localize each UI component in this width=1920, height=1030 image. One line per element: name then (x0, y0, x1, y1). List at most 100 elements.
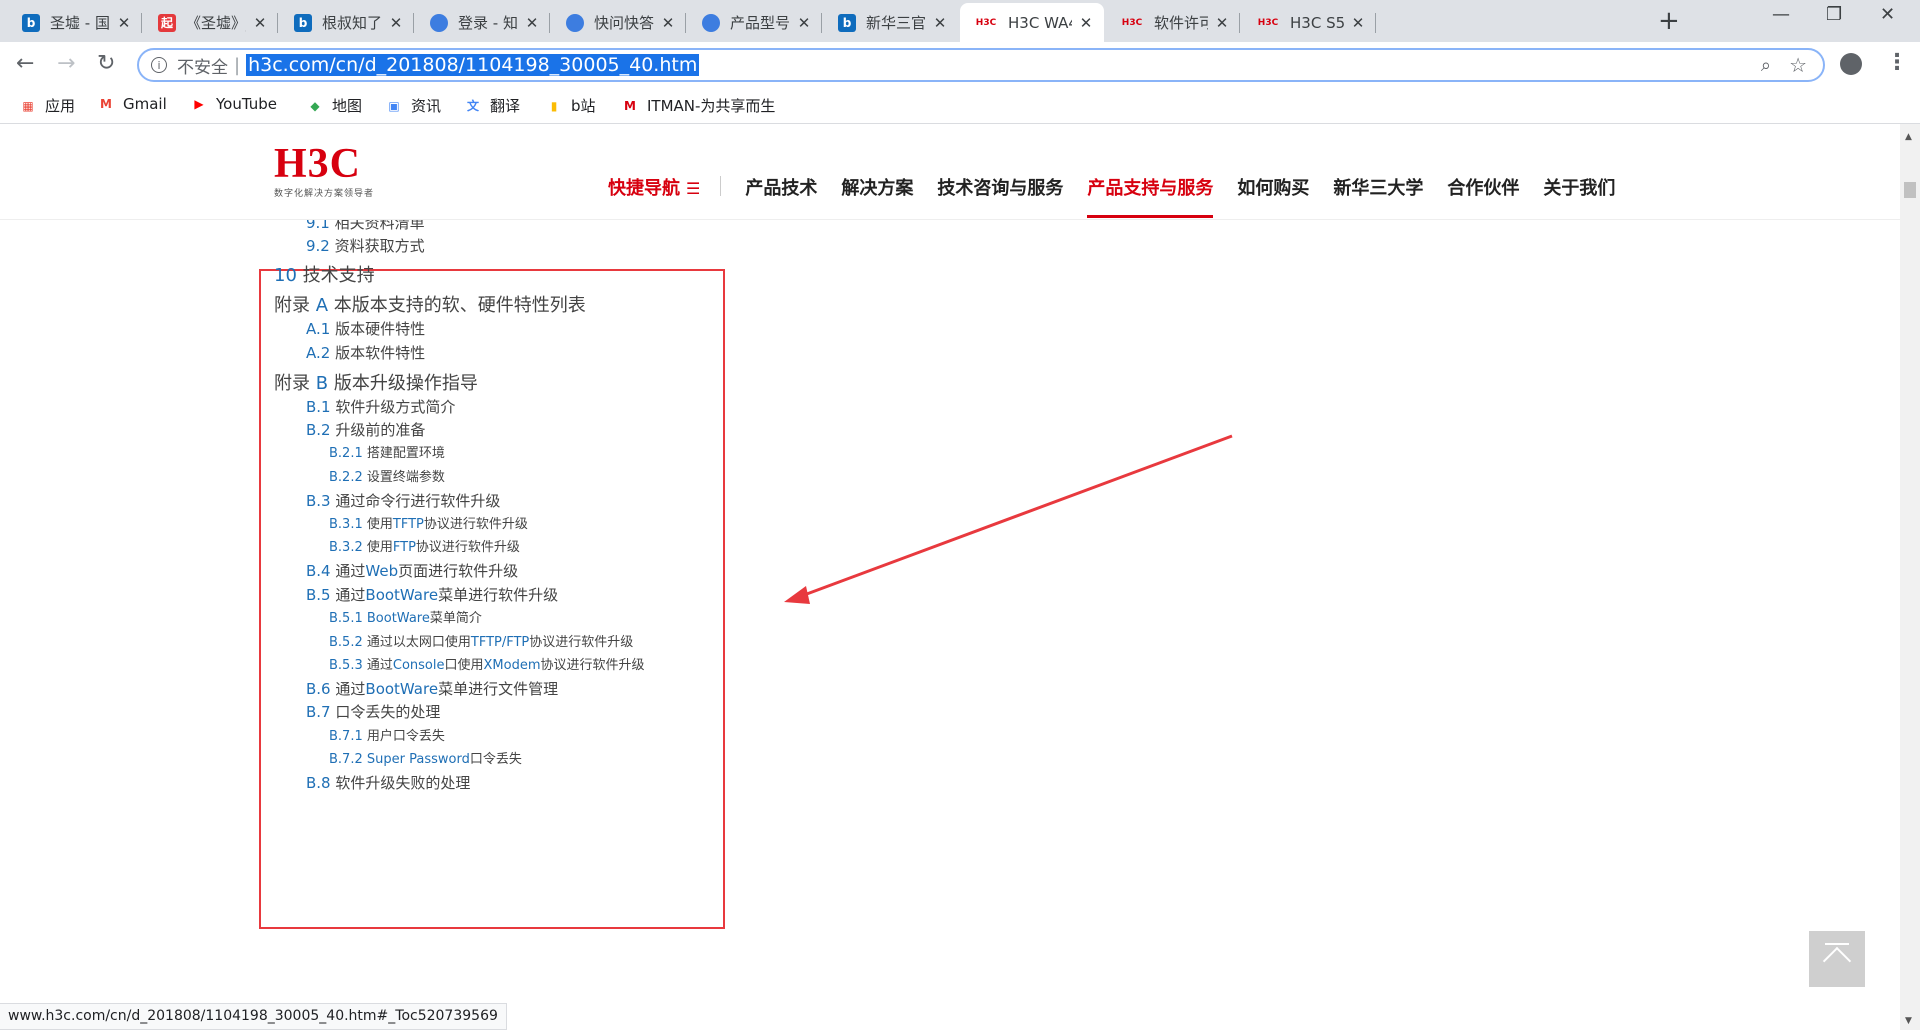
tab-close-icon[interactable]: ✕ (1350, 14, 1366, 32)
bookmark-item[interactable]: ▦ 应用 (20, 95, 75, 116)
tab-close-icon[interactable]: ✕ (1078, 14, 1094, 32)
tab-close-icon[interactable]: ✕ (252, 14, 268, 32)
url-text[interactable]: h3c.com/cn/d_201808/1104198_30005_40.htm (246, 54, 700, 76)
toc-link[interactable]: B.7.2 Super Password口令丢失 (329, 748, 522, 767)
toc-number: B.5 (306, 586, 331, 604)
forward-button[interactable]: → (57, 51, 75, 76)
toc-link[interactable]: B.7.1 用户口令丢失 (329, 725, 445, 744)
reload-button[interactable]: ↻ (97, 51, 115, 76)
browser-menu-icon[interactable]: ⋮ (1886, 50, 1908, 75)
tab-title: 软件许可协议 (1154, 14, 1208, 32)
tab-7[interactable]: H3C H3C WA4300 ✕ (960, 3, 1104, 42)
tab-close-icon[interactable]: ✕ (932, 14, 948, 32)
bookmark-item[interactable]: ▶ YouTube (191, 95, 277, 113)
bookmark-star-icon[interactable]: ☆ (1789, 53, 1807, 77)
close-window-button[interactable]: ✕ (1880, 4, 1895, 25)
toc-link[interactable]: B.3 通过命令行进行软件升级 (306, 490, 500, 511)
page-scrollbar[interactable]: ▲ ▼ (1900, 124, 1920, 1030)
news-icon: ▣ (388, 98, 400, 113)
nav-item-1[interactable]: 产品技术 (745, 174, 817, 200)
nav-item-0[interactable]: 快捷导航 ☰ (608, 174, 700, 200)
bookmark-item[interactable]: M Gmail (98, 95, 167, 113)
tab-0[interactable]: b 圣墟 - 国内版 ✕ (8, 3, 142, 42)
toc-link[interactable]: B.5 通过BootWare菜单进行软件升级 (306, 584, 558, 605)
h3c-icon: H3C (975, 17, 997, 28)
new-tab-button[interactable]: + (1658, 6, 1680, 36)
toc-number: A.1 (306, 320, 331, 338)
nav-item-2[interactable]: 解决方案 (841, 174, 913, 200)
tab-close-icon[interactable]: ✕ (1214, 14, 1230, 32)
tab-close-icon[interactable]: ✕ (116, 14, 132, 32)
toc-text: BootWare (366, 611, 430, 626)
toc-link[interactable]: B.6 通过BootWare菜单进行文件管理 (306, 678, 558, 699)
toc-link[interactable]: B.1 软件升级方式简介 (306, 396, 455, 417)
nav-item-8[interactable]: 关于我们 (1543, 174, 1615, 200)
tab-9[interactable]: H3C H3C S5500 ✕ (1242, 3, 1376, 42)
toc-link[interactable]: 9.2 资料获取方式 (306, 235, 425, 256)
zoom-icon[interactable]: ⌕ (1761, 55, 1771, 76)
profile-avatar-icon[interactable] (1840, 53, 1862, 75)
toc-link[interactable]: 9.1 相关资料清单 (306, 220, 425, 233)
scroll-thumb[interactable] (1904, 182, 1916, 198)
tab-4[interactable]: 快问快答 - 知了 ✕ (552, 3, 686, 42)
tab-8[interactable]: H3C 软件许可协议 ✕ (1106, 3, 1240, 42)
nav-label: 技术咨询与服务 (937, 178, 1064, 199)
toc-link[interactable]: 10 技术支持 (274, 261, 375, 287)
toc-link[interactable]: B.5.1 BootWare菜单简介 (329, 607, 482, 626)
bookmark-item[interactable]: M ITMAN-为共享而生 (622, 95, 775, 116)
bookmark-item[interactable]: ▮ b站 (546, 95, 596, 116)
bookmark-item[interactable]: ◆ 地图 (307, 95, 362, 116)
toc-link[interactable]: B.2 升级前的准备 (306, 419, 425, 440)
zhiliao-icon (430, 13, 448, 32)
zhiliao-icon (702, 13, 720, 32)
tab-1[interactable]: 起《圣墟》_辰东 ✕ (144, 3, 278, 42)
maps-icon: ◆ (310, 98, 320, 113)
toc-number: B.8 (306, 774, 331, 792)
toc-link[interactable]: B.5.3 通过Console口使用XModem协议进行软件升级 (329, 654, 645, 673)
toc-text: 通过 (335, 586, 366, 604)
tab-5[interactable]: 产品型号WA4300 ✕ (688, 3, 822, 42)
address-bar[interactable]: i 不安全 | h3c.com/cn/d_201808/1104198_3000… (137, 48, 1825, 82)
nav-item-6[interactable]: 新华三大学 (1333, 174, 1423, 200)
toc-link[interactable]: B.8 软件升级失败的处理 (306, 772, 470, 793)
nav-item-3[interactable]: 技术咨询与服务 (937, 174, 1063, 200)
back-to-top-button[interactable] (1809, 931, 1865, 987)
scroll-up-icon[interactable]: ▲ (1905, 132, 1912, 142)
toc-link[interactable]: B.3.1 使用TFTP协议进行软件升级 (329, 513, 528, 532)
toc-text: 附录 (274, 373, 316, 394)
minimize-button[interactable]: — (1772, 4, 1790, 25)
site-info-icon[interactable]: i (151, 57, 167, 73)
toc-link[interactable]: B.3.2 使用FTP协议进行软件升级 (329, 536, 520, 555)
nav-item-5[interactable]: 如何购买 (1237, 174, 1309, 200)
tab-separator (413, 13, 414, 33)
bookmark-item[interactable]: ▣ 资讯 (386, 95, 441, 116)
toc-link[interactable]: B.2.1 搭建配置环境 (329, 442, 445, 461)
tab-3[interactable]: 登录 - 知了社区 ✕ (416, 3, 550, 42)
toc-link[interactable]: A.2 版本软件特性 (306, 342, 425, 363)
itman-icon: M (624, 98, 636, 113)
tab-close-icon[interactable]: ✕ (660, 14, 676, 32)
bookmark-item[interactable]: 文翻译 (465, 95, 520, 116)
toc-link[interactable]: B.4 通过Web页面进行软件升级 (306, 560, 518, 581)
toc-link[interactable]: A.1 版本硬件特性 (306, 318, 425, 339)
scroll-down-icon[interactable]: ▼ (1905, 1016, 1912, 1026)
toc-link[interactable]: 附录 B 版本升级操作指导 (274, 369, 478, 395)
bing-icon: b (838, 13, 856, 32)
toc-link[interactable]: B.2.2 设置终端参数 (329, 466, 445, 485)
toc-link[interactable]: B.7 口令丢失的处理 (306, 701, 440, 722)
toc-text: BootWare (365, 586, 439, 604)
toc-link[interactable]: B.5.2 通过以太网口使用TFTP/FTP协议进行软件升级 (329, 631, 633, 650)
nav-item-7[interactable]: 合作伙伴 (1447, 174, 1519, 200)
toc-link[interactable]: 附录 A 本版本支持的软、硬件特性列表 (274, 291, 586, 317)
back-button[interactable]: ← (16, 51, 34, 76)
bookmarks-bar: ▦ 应用 M Gmail ▶ YouTube ◆ 地图 ▣ 资讯 文翻译 ▮ b站 M ITMAN-为共享而… (0, 88, 1920, 124)
nav-item-4[interactable]: 产品支持与服务 (1087, 174, 1214, 218)
tab-close-icon[interactable]: ✕ (796, 14, 812, 32)
h3c-logo[interactable]: H3C 数字化解决方案领导者 (274, 143, 374, 199)
restore-button[interactable]: ❐ (1826, 4, 1842, 25)
tab-2[interactable]: b 根叔知了 - 国内 ✕ (280, 3, 414, 42)
tab-6[interactable]: b 新华三官网 ✕ (824, 3, 958, 42)
tab-close-icon[interactable]: ✕ (524, 14, 540, 32)
toc-number: B.3 (306, 492, 331, 510)
tab-close-icon[interactable]: ✕ (388, 14, 404, 32)
